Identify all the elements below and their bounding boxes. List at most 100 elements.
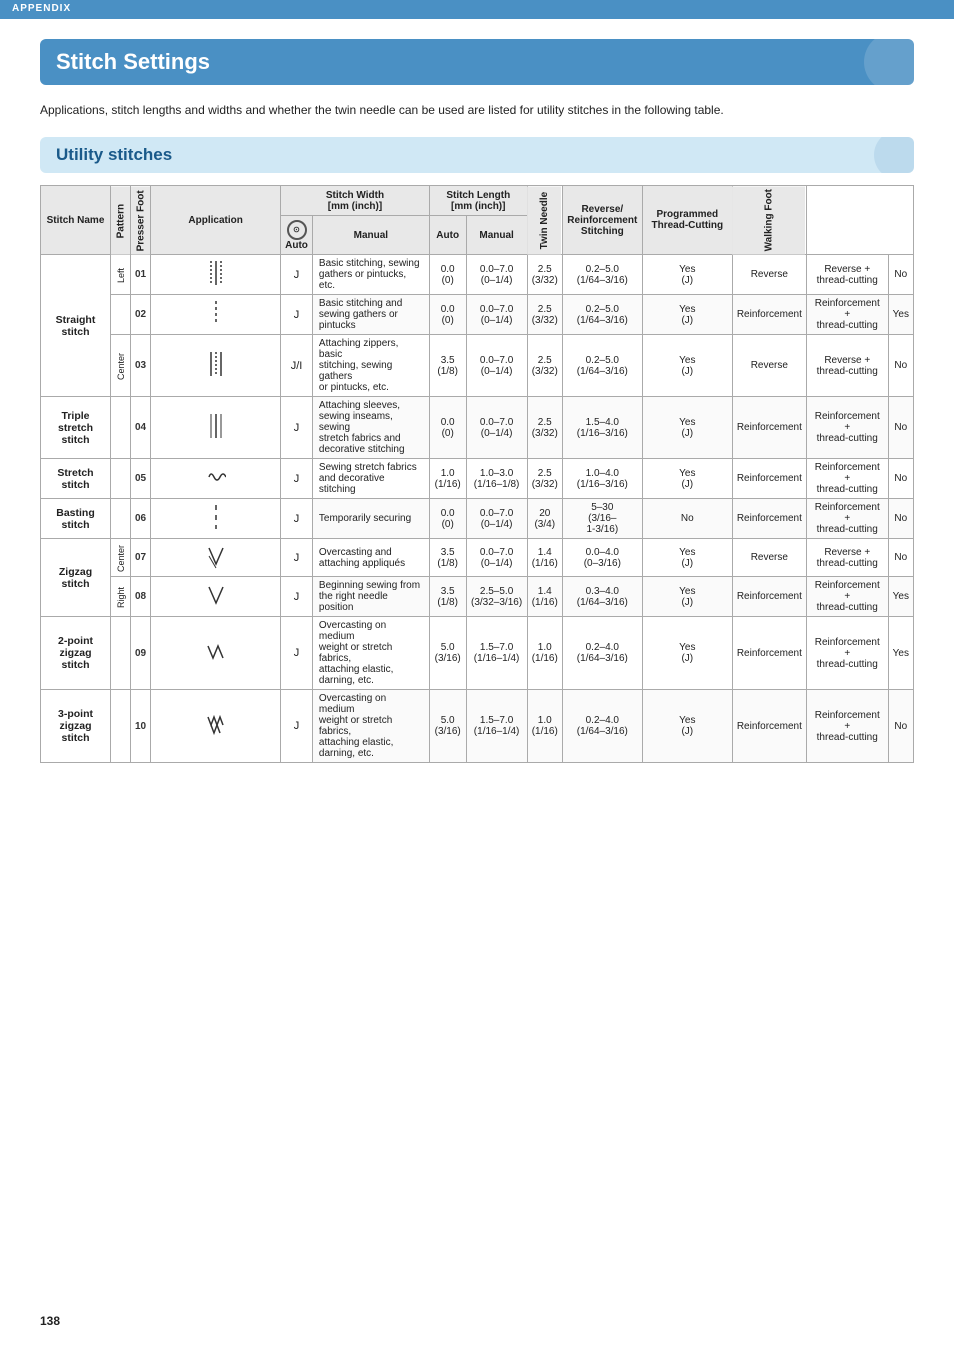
- table-row: 02JBasic stitching andsewing gathers orp…: [41, 295, 914, 335]
- th-sl-manual: Manual: [466, 216, 527, 255]
- reverse-reinforcement: Reinforcement: [732, 577, 806, 617]
- sw-auto: 3.5(1/8): [429, 539, 466, 577]
- sl-manual: 0.2–5.0(1/64–3/16): [562, 255, 642, 295]
- programmed-thread-cutting: Reinforcement +thread-cutting: [806, 690, 888, 763]
- section-title: Utility stitches: [56, 145, 172, 165]
- stitch-name-cell: Triplestretchstitch: [41, 397, 111, 459]
- sl-auto: 2.5(3/32): [527, 295, 562, 335]
- stitch-number: 03: [131, 335, 151, 397]
- programmed-thread-cutting: Reinforcement +thread-cutting: [806, 617, 888, 690]
- application-cell: Attaching zippers, basicstitching, sewin…: [312, 335, 429, 397]
- pattern-cell: [151, 255, 281, 295]
- programmed-thread-cutting: Reverse +thread-cutting: [806, 255, 888, 295]
- appendix-label: APPENDIX: [12, 3, 71, 14]
- th-stitch-width: Stitch Width[mm (inch)]: [281, 186, 430, 216]
- side-label: Center: [111, 335, 131, 397]
- pattern-cell: [151, 690, 281, 763]
- table-row: StraightstitchLeft01JBasic stitching, se…: [41, 255, 914, 295]
- sl-auto: 2.5(3/32): [527, 255, 562, 295]
- pattern-cell: [151, 459, 281, 499]
- sw-auto: 0.0(0): [429, 295, 466, 335]
- page-title: Stitch Settings: [56, 49, 210, 75]
- sw-manual: 1.5–7.0(1/16–1/4): [466, 690, 527, 763]
- walking-foot: No: [888, 459, 913, 499]
- pattern-cell: [151, 539, 281, 577]
- stitch-name-cell: 3-pointzigzag stitch: [41, 690, 111, 763]
- pattern-cell: [151, 295, 281, 335]
- reverse-reinforcement: Reinforcement: [732, 690, 806, 763]
- stitch-name-cell: Stretchstitch: [41, 459, 111, 499]
- walking-foot: No: [888, 397, 913, 459]
- sw-manual: 2.5–5.0(3/32–3/16): [466, 577, 527, 617]
- sw-manual: 0.0–7.0(0–1/4): [466, 295, 527, 335]
- sl-auto: 1.0(1/16): [527, 617, 562, 690]
- application-cell: Basic stitching andsewing gathers orpint…: [312, 295, 429, 335]
- sl-auto: 2.5(3/32): [527, 335, 562, 397]
- stitch-number: 08: [131, 577, 151, 617]
- twin-needle: Yes(J): [642, 459, 732, 499]
- th-programmed-thread-cutting: ProgrammedThread-Cutting: [642, 186, 732, 255]
- reverse-reinforcement: Reinforcement: [732, 499, 806, 539]
- sw-manual: 1.5–7.0(1/16–1/4): [466, 617, 527, 690]
- stitch-number: 10: [131, 690, 151, 763]
- sw-auto: 1.0(1/16): [429, 459, 466, 499]
- walking-foot: Yes: [888, 295, 913, 335]
- sl-auto: 2.5(3/32): [527, 459, 562, 499]
- table-row: Bastingstitch06JTemporarily securing0.0(…: [41, 499, 914, 539]
- twin-needle: Yes(J): [642, 335, 732, 397]
- th-pattern: Pattern: [111, 186, 131, 255]
- walking-foot: No: [888, 255, 913, 295]
- foot-cell: J: [281, 255, 313, 295]
- section-title-box: Utility stitches: [40, 137, 914, 173]
- sl-auto: 1.4(1/16): [527, 577, 562, 617]
- sw-auto: 0.0(0): [429, 397, 466, 459]
- title-box: Stitch Settings: [40, 39, 914, 85]
- application-cell: Overcasting andattaching appliqués: [312, 539, 429, 577]
- sw-auto: 5.0(3/16): [429, 617, 466, 690]
- programmed-thread-cutting: Reinforcement +thread-cutting: [806, 295, 888, 335]
- table-row: ZigzagstitchCenter07JOvercasting andatta…: [41, 539, 914, 577]
- twin-needle: Yes(J): [642, 690, 732, 763]
- pattern-cell: [151, 335, 281, 397]
- sl-auto: 1.0(1/16): [527, 690, 562, 763]
- stitch-number: 05: [131, 459, 151, 499]
- sw-manual: 0.0–7.0(0–1/4): [466, 335, 527, 397]
- sl-auto: 2.5(3/32): [527, 397, 562, 459]
- application-cell: Overcasting on mediumweight or stretch f…: [312, 617, 429, 690]
- foot-cell: J: [281, 539, 313, 577]
- walking-foot: Yes: [888, 577, 913, 617]
- th-stitch-length: Stitch Length[mm (inch)]: [429, 186, 527, 216]
- stitch-number: 09: [131, 617, 151, 690]
- programmed-thread-cutting: Reinforcement +thread-cutting: [806, 499, 888, 539]
- programmed-thread-cutting: Reinforcement +thread-cutting: [806, 397, 888, 459]
- stitch-number: 02: [131, 295, 151, 335]
- sl-manual: 0.2–4.0(1/64–3/16): [562, 617, 642, 690]
- reverse-reinforcement: Reinforcement: [732, 397, 806, 459]
- sw-auto: 3.5(1/8): [429, 577, 466, 617]
- application-cell: Sewing stretch fabricsand decorative sti…: [312, 459, 429, 499]
- table-row: Right08JBeginning sewing fromthe right n…: [41, 577, 914, 617]
- sl-manual: 5–30(3/16–1-3/16): [562, 499, 642, 539]
- sl-manual: 0.0–4.0(0–3/16): [562, 539, 642, 577]
- th-reverse-reinforcement: Reverse/ReinforcementStitching: [562, 186, 642, 255]
- stitch-number: 04: [131, 397, 151, 459]
- stitch-number: 06: [131, 499, 151, 539]
- reverse-reinforcement: Reverse: [732, 539, 806, 577]
- sl-auto: 20(3/4): [527, 499, 562, 539]
- stitch-number: 07: [131, 539, 151, 577]
- pattern-cell: [151, 577, 281, 617]
- sl-manual: 0.3–4.0(1/64–3/16): [562, 577, 642, 617]
- twin-needle: No: [642, 499, 732, 539]
- sw-manual: 0.0–7.0(0–1/4): [466, 499, 527, 539]
- table-row: Triplestretchstitch04JAttaching sleeves,…: [41, 397, 914, 459]
- walking-foot: No: [888, 539, 913, 577]
- page-number: 138: [40, 1314, 60, 1328]
- sw-auto: 0.0(0): [429, 499, 466, 539]
- walking-foot: No: [888, 690, 913, 763]
- twin-needle: Yes(J): [642, 255, 732, 295]
- th-presser-foot: Presser Foot: [131, 186, 151, 255]
- reverse-reinforcement: Reinforcement: [732, 459, 806, 499]
- foot-cell: J: [281, 459, 313, 499]
- sw-auto: 5.0(3/16): [429, 690, 466, 763]
- programmed-thread-cutting: Reinforcement +thread-cutting: [806, 577, 888, 617]
